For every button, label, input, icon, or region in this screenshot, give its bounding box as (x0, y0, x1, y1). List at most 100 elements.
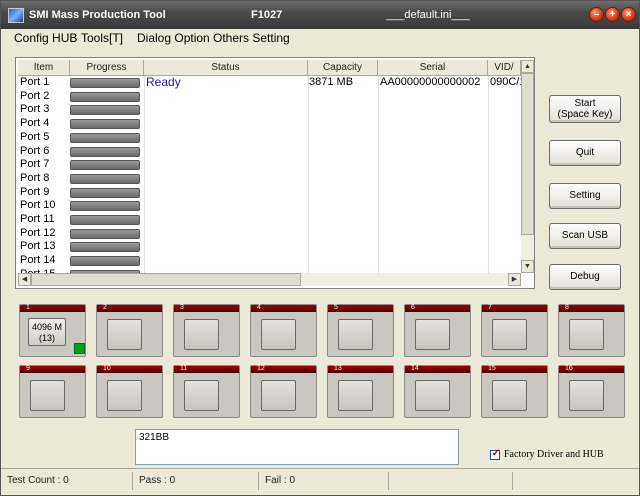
slot-number: 1 (26, 304, 30, 311)
slot-number: 13 (334, 365, 342, 372)
close-button[interactable]: × (621, 7, 636, 22)
table-row[interactable]: Port 5 (18, 131, 521, 145)
port-slot: 4 (250, 304, 317, 357)
col-status[interactable]: Status (144, 60, 308, 76)
table-row[interactable]: Port 3 (18, 103, 521, 117)
setting-button[interactable]: Setting (549, 183, 621, 209)
horizontal-scroll-thumb[interactable] (31, 273, 301, 286)
slot-button[interactable] (184, 319, 219, 350)
slot-number: 9 (26, 365, 30, 372)
progress-bar (70, 201, 140, 212)
slot-header: 11 (174, 365, 239, 373)
col-progress[interactable]: Progress (70, 60, 144, 76)
slot-number: 4 (257, 304, 261, 311)
slot-button[interactable] (107, 380, 142, 411)
slot-number: 6 (411, 304, 415, 311)
start-button[interactable]: Start (Space Key) (549, 95, 621, 123)
slot-button[interactable] (569, 380, 604, 411)
slot-header: 15 (482, 365, 547, 373)
slot-number: 5 (334, 304, 338, 311)
slot-button[interactable] (30, 380, 65, 411)
table-row[interactable]: Port 9 (18, 186, 521, 200)
slot-button[interactable] (569, 319, 604, 350)
version-label: F1027 (251, 9, 283, 21)
table-row[interactable]: Port 14 (18, 254, 521, 268)
port-item-label: Port 13 (20, 240, 56, 253)
serial-cell: AA00000000000002 (380, 76, 481, 88)
slot-button[interactable] (107, 319, 142, 350)
table-row[interactable]: Port 12 (18, 227, 521, 241)
slot-button[interactable] (338, 319, 373, 350)
vertical-scroll-thumb[interactable] (521, 73, 534, 235)
col-serial[interactable]: Serial (378, 60, 488, 76)
table-row[interactable]: Port 10 (18, 199, 521, 213)
factory-driver-checkbox[interactable]: ✓ (490, 448, 500, 460)
table-row[interactable]: Port 6 (18, 145, 521, 159)
col-capacity[interactable]: Capacity (308, 60, 378, 76)
slot-button[interactable] (492, 380, 527, 411)
menu-dialog-option[interactable]: Dialog Option (137, 31, 210, 45)
scroll-up-button[interactable]: ▲ (521, 60, 534, 73)
slot-button[interactable] (415, 319, 450, 350)
port-slot: 1 4096 M (13) (19, 304, 86, 357)
progress-bar (70, 215, 140, 225)
port-item-label: Port 6 (20, 144, 50, 157)
scan-usb-button[interactable]: Scan USB (549, 223, 621, 249)
menu-config-hub[interactable]: Config HUB (14, 31, 77, 45)
table-row[interactable]: Port 4 (18, 117, 521, 131)
horizontal-scrollbar[interactable]: ◀ ▶ (18, 273, 521, 286)
main-window: SMI Mass Production Tool F1027 ___defaul… (0, 0, 640, 496)
port-item-label: Port 10 (20, 199, 56, 212)
slot-button[interactable] (415, 380, 450, 411)
slot-button[interactable] (184, 380, 219, 411)
slot-number: 7 (488, 304, 492, 311)
col-vid[interactable]: VID/ (488, 60, 521, 76)
port-slot: 14 (404, 365, 471, 418)
table-row[interactable]: Port 7 (18, 158, 521, 172)
slot-button[interactable] (492, 319, 527, 350)
progress-bar (70, 256, 140, 267)
message-box[interactable]: 321BB (135, 429, 459, 465)
ini-file-label: ___default.ini___ (386, 9, 470, 21)
scroll-right-button[interactable]: ▶ (508, 273, 521, 286)
table-row[interactable]: Port 2 (18, 90, 521, 104)
table-row[interactable]: Port 1 Ready 3871 MB AA00000000000002 090C/1 (18, 76, 521, 90)
quit-button[interactable]: Quit (549, 140, 621, 166)
scroll-down-button[interactable]: ▼ (521, 260, 534, 273)
table-row[interactable]: Port 13 (18, 240, 521, 254)
slot-header: 9 (20, 365, 85, 373)
col-item[interactable]: Item (18, 60, 70, 76)
port-rows: Port 1 Ready 3871 MB AA00000000000002 090C/1… (18, 76, 521, 273)
maximize-button[interactable]: + (605, 7, 620, 22)
status-bar: Test Count : 0 Pass : 0 Fail : 0 (1, 468, 639, 495)
menu-bar: Config HUB Tools[T] Dialog Option Others… (1, 29, 639, 49)
slot-button[interactable] (261, 319, 296, 350)
table-row[interactable]: Port 11 (18, 213, 521, 227)
scroll-left-button[interactable]: ◀ (18, 273, 31, 286)
port-list[interactable]: Item Progress Status Capacity Serial VID… (15, 57, 535, 289)
slot-capacity: 4096 M (31, 322, 63, 332)
port-slot: 6 (404, 304, 471, 357)
pass-count: Pass : 0 (133, 472, 259, 490)
progress-bar (70, 132, 140, 143)
debug-button[interactable]: Debug (549, 264, 621, 290)
table-row[interactable]: Port 8 (18, 172, 521, 186)
port-slot: 12 (250, 365, 317, 418)
slot-button[interactable] (261, 380, 296, 411)
start-button-hint: (Space Key) (557, 109, 613, 120)
slot-header: 13 (328, 365, 393, 373)
slot-button[interactable] (338, 380, 373, 411)
menu-tools[interactable]: Tools[T] (81, 31, 123, 45)
message-text: 321BB (139, 432, 170, 443)
slot-number: 3 (180, 304, 184, 311)
fail-count: Fail : 0 (259, 472, 389, 490)
port-slot: 9 (19, 365, 86, 418)
title-bar[interactable]: SMI Mass Production Tool F1027 ___defaul… (1, 1, 639, 29)
vid-cell: 090C/1 (490, 76, 521, 88)
slot-button[interactable]: 4096 M (13) (28, 318, 66, 346)
minimize-button[interactable]: – (589, 7, 604, 22)
menu-others-setting[interactable]: Others Setting (213, 31, 290, 45)
slot-number: 16 (565, 365, 573, 372)
progress-bar (70, 242, 140, 253)
vertical-scrollbar[interactable]: ▲ ▼ (521, 60, 534, 273)
